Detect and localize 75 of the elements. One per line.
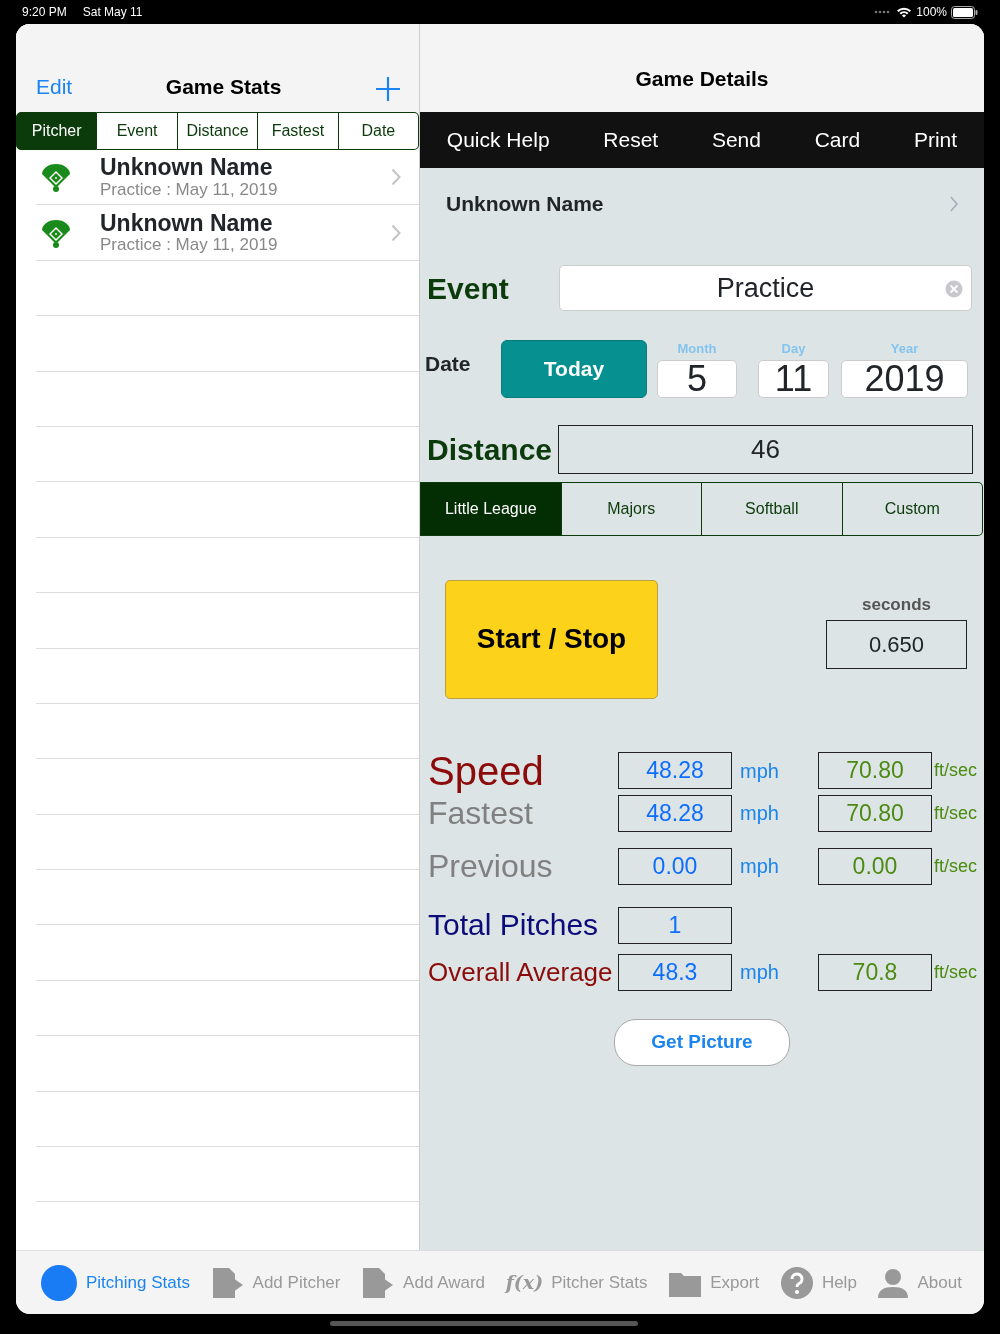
chevron-icon [391,223,401,242]
toolbar-button[interactable]: Send [705,123,767,157]
sort-tab[interactable]: Distance [177,112,259,150]
start-stop-button[interactable]: Start / Stop [445,579,658,699]
seconds-label: seconds [862,593,931,616]
fps-value: 0.00 [818,847,932,885]
pitcher-name: Unknown Name [100,155,274,181]
seconds-value: 0.650 [826,620,967,669]
chevron-icon [391,168,401,187]
unit-label: ft/sec [933,854,977,878]
unit-label: mph [739,801,780,826]
league-tab[interactable]: Custom [842,481,983,536]
plus-icon [375,76,401,102]
pane-title: Game Details [635,65,769,92]
date-field[interactable]: 5 [657,359,737,398]
league-tab[interactable]: Softball [702,481,843,536]
function-icon: f(x) [505,1268,544,1297]
unit-label: ft/sec [933,801,977,825]
unit-label: mph [739,960,780,985]
document-arrow-icon [210,1266,245,1299]
pitcher-name: Unknown Name [446,191,605,218]
date-field[interactable]: 2019 [841,359,968,398]
fps-value: 70.80 [818,794,932,832]
mph-value: 0.00 [618,847,732,885]
pitcher-name: Unknown Name [100,210,274,236]
distance-field[interactable]: 46 [558,424,973,474]
date-label: Date [425,350,472,377]
status-date: Sat May 11 [82,4,143,21]
event-label: Event [427,270,510,307]
date-field[interactable]: 11 [758,359,829,398]
distance-label: Distance [427,431,554,468]
sort-tab[interactable]: Fastest [258,112,339,150]
unit-label: mph [739,758,780,784]
baseball-field-icon [40,161,72,194]
circle-icon [40,1263,78,1302]
stat-label: Fastest [428,797,534,829]
battery-icon [951,5,978,19]
stat-label: Previous [428,850,554,882]
status-time: 9:20 PM [22,4,67,21]
stat-label: Speed [428,750,545,791]
today-button[interactable]: Today [501,339,647,398]
sort-tab[interactable]: Event [97,112,178,150]
mph-value: 48.3 [618,953,732,991]
league-tab[interactable]: Majors [561,481,702,536]
chevron-icon [950,196,958,212]
field-label: Year [889,340,920,358]
event-field[interactable]: Practice [559,265,972,311]
wifi-icon [896,6,913,18]
mph-value: 48.28 [618,794,732,832]
stat-label: Overall Average [428,959,614,985]
toolbar-button[interactable]: Print [907,123,964,157]
stat-label: Total Pitches [428,910,600,940]
unit-label: mph [739,854,780,879]
unit-label: ft/sec [933,759,977,782]
fps-value: 70.80 [818,752,932,789]
get-picture-button[interactable]: Get Picture [614,1018,790,1066]
battery-percent: 100% [916,4,947,21]
field-label: Day [780,340,807,358]
mph-value: 1 [618,906,732,944]
pane-title: Game Stats [165,73,282,100]
game-detail: Practice : May 11, 2019 [100,180,279,200]
field-label: Month [676,340,718,358]
toolbar-button[interactable]: Reset [597,123,665,157]
help-icon [779,1265,814,1300]
toolbar-button[interactable]: Card [808,123,867,157]
add-button[interactable] [375,76,401,102]
toolbar-button[interactable]: Quick Help [440,123,556,157]
unit-label: ft/sec [933,960,977,984]
fps-value: 70.8 [818,953,932,991]
mph-value: 48.28 [618,752,732,789]
sort-tab[interactable]: Pitcher [16,112,98,150]
sort-tab[interactable]: Date [338,112,420,150]
person-icon [877,1266,910,1299]
game-detail: Practice : May 11, 2019 [100,235,279,255]
league-tab[interactable]: Little League [420,481,562,536]
